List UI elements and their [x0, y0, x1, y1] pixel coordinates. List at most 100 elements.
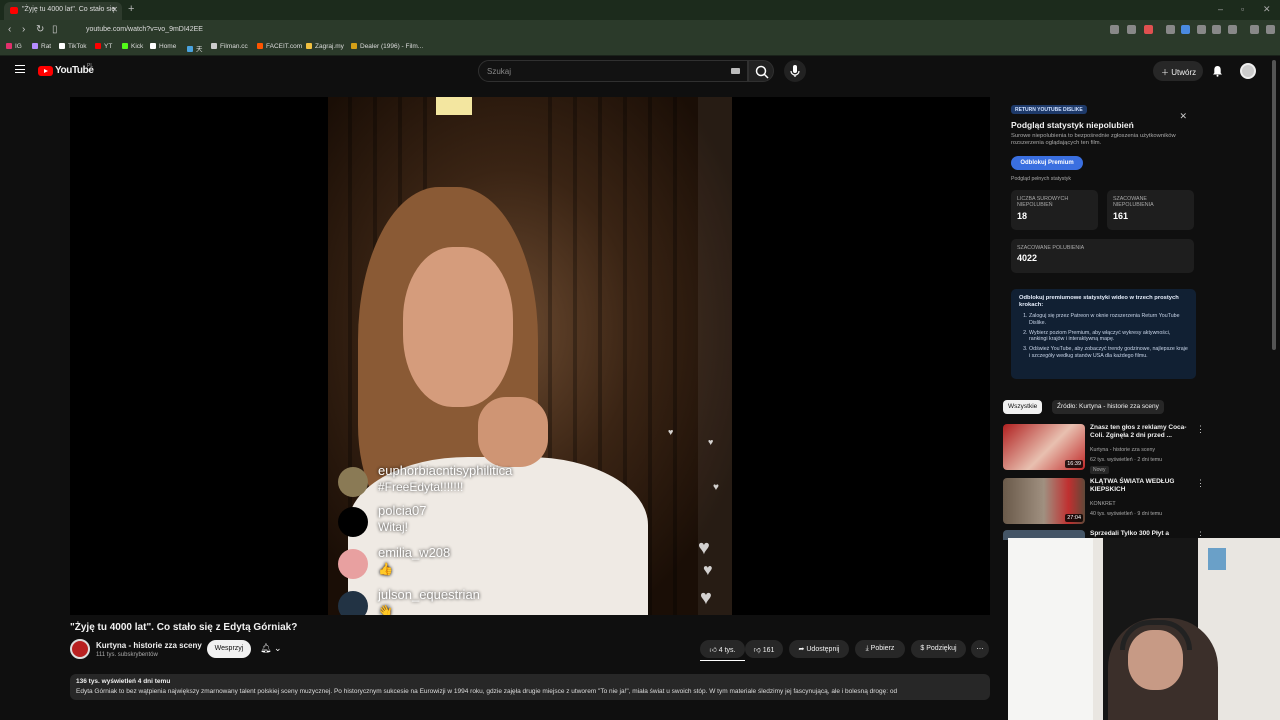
share-button[interactable]: ➦ Udostępnij: [789, 640, 849, 658]
notifications-bell-icon[interactable]: [1212, 65, 1223, 77]
url-field[interactable]: youtube.com/watch?v=vo_9mDI42EE: [70, 23, 1030, 37]
heart-icon: ♥: [713, 482, 719, 493]
share-icon[interactable]: [1228, 25, 1237, 34]
recommended-video[interactable]: 27:04 KLĄTWA ŚWIATA WEDŁUG KIEPSKICH KON…: [1003, 478, 1205, 528]
account-avatar[interactable]: [1240, 63, 1256, 79]
download-icon[interactable]: [1212, 25, 1221, 34]
thanks-button[interactable]: $ Podziękuj: [911, 640, 966, 658]
menu-hamburger-icon[interactable]: [15, 65, 25, 73]
video-title[interactable]: Znasz ten głos z reklamy Coca-Coli. Zgin…: [1090, 424, 1190, 440]
description-text: Edyta Górniak to bez wątpienia największ…: [76, 688, 898, 695]
more-vert-icon[interactable]: ⋮: [1196, 424, 1205, 435]
share-label: Udostępnij: [806, 646, 840, 653]
stat-raw-dislikes: LICZBA SUROWYCH NIEPOLUBIEŃ 18: [1011, 190, 1098, 230]
bookmark-item[interactable]: Rat: [32, 43, 51, 50]
video-title[interactable]: Sprzedali Tylko 300 Płyt a: [1090, 530, 1190, 538]
new-badge: Nowy: [1090, 466, 1109, 474]
bookmark-item[interactable]: 天: [187, 43, 203, 53]
chat-username: emilia_w208: [378, 545, 451, 560]
bookmark-item[interactable]: IG: [6, 43, 22, 50]
back-icon[interactable]: ‹: [8, 24, 11, 35]
info-step: Odśwież YouTube, aby zobaczyć trendy god…: [1029, 346, 1188, 359]
close-window-icon[interactable]: ✕: [1263, 4, 1271, 15]
bookmark-favicon-icon: [187, 46, 193, 52]
address-bar-row: ‹ › ↻ ▯ youtube.com/watch?v=vo_9mDI42EE: [0, 20, 1280, 40]
search-button[interactable]: [748, 60, 774, 82]
video-frame: euphorbiacntisyphilitica #FreeEdyta!!!!!!…: [328, 97, 732, 615]
dislike-button[interactable]: 👎︎ 161: [745, 640, 783, 658]
heart-icon: ♥: [698, 537, 710, 559]
bookmark-favicon-icon: [351, 43, 357, 49]
minimize-icon[interactable]: –: [1218, 4, 1223, 14]
channel-name[interactable]: Kurtyna - historie zza sceny: [96, 641, 202, 650]
support-button[interactable]: Wesprzyj: [207, 640, 251, 658]
bookmark-icon[interactable]: ▯: [52, 24, 58, 35]
bookmark-item[interactable]: Home: [150, 43, 176, 50]
video-duration: 16:39: [1065, 460, 1083, 468]
heart-icon: ♥: [668, 427, 674, 437]
chip-source[interactable]: Źródło: Kurtyna - historie zza sceny: [1052, 400, 1164, 414]
description-box[interactable]: 136 tys. wyświetleń 4 dni temu Edyta Gór…: [70, 674, 990, 700]
full-stats-link[interactable]: Podgląd pełnych statystyk: [1011, 176, 1071, 182]
bookmark-item[interactable]: Kick: [122, 43, 143, 50]
more-vert-icon[interactable]: ⋮: [1196, 478, 1205, 489]
stat-estimated-likes: SZACOWANE POLUBIENIA 4022: [1011, 239, 1194, 273]
stat-label: SZACOWANE NIEPOLUBIENIA: [1113, 196, 1154, 209]
bookmark-label: IG: [15, 43, 22, 50]
bookmark-favicon-icon: [59, 43, 65, 49]
unlock-premium-button[interactable]: Odblokuj Premium: [1011, 156, 1083, 170]
bookmark-label: Rat: [41, 43, 52, 50]
close-tab-icon[interactable]: ✕: [111, 5, 118, 14]
bookmark-item[interactable]: Filman.cc: [211, 43, 248, 50]
reload-icon[interactable]: ↻: [36, 24, 44, 35]
download-button[interactable]: ⤓ Pobierz: [855, 640, 905, 658]
extension-icon[interactable]: [1181, 25, 1190, 34]
create-button[interactable]: ＋ Utwórz: [1153, 61, 1203, 81]
panel-title: Podgląd statystyk niepolubień: [1011, 120, 1134, 130]
menu-icon[interactable]: [1266, 25, 1275, 34]
scrollbar[interactable]: [1272, 60, 1276, 350]
info-step: Zaloguj się przez Patreon w oknie rozsze…: [1029, 313, 1188, 326]
extensions-puzzle-icon[interactable]: [1197, 25, 1206, 34]
bookmark-item[interactable]: Zagraj.my: [306, 43, 344, 50]
video-title: "Żyję tu 4000 lat". Co stało się z Edytą…: [70, 622, 298, 633]
bookmark-label: 天: [196, 46, 203, 53]
forward-icon[interactable]: ›: [22, 24, 25, 35]
chip-all[interactable]: Wszystkie: [1003, 400, 1043, 414]
search-input[interactable]: Szukaj: [478, 60, 748, 82]
bookmark-label: Dealer (1996) - Film...: [360, 43, 424, 50]
keyboard-icon[interactable]: [731, 68, 740, 74]
extension-icon[interactable]: [1166, 25, 1175, 34]
youtube-logo-icon[interactable]: [38, 66, 53, 76]
bookmark-favicon-icon: [122, 43, 128, 49]
like-count: 4 tys.: [718, 647, 736, 654]
extension-icon[interactable]: [1110, 25, 1119, 34]
extension-icon[interactable]: [1144, 25, 1153, 34]
description-stats: 136 tys. wyświetleń 4 dni temu: [76, 678, 171, 685]
maximize-icon[interactable]: ▫: [1241, 4, 1244, 14]
premium-info-box: Odblokuj premiumowe statystyki wideo w t…: [1011, 289, 1196, 379]
bookmark-item[interactable]: FACEIT.com: [257, 43, 302, 50]
notification-settings-button[interactable]: 🔔︎ ⌄: [256, 640, 292, 658]
more-actions-button[interactable]: ⋯: [971, 640, 989, 658]
close-icon[interactable]: ✕: [1179, 111, 1187, 122]
video-player[interactable]: euphorbiacntisyphilitica #FreeEdyta!!!!!!…: [70, 97, 990, 615]
channel-avatar[interactable]: [70, 639, 90, 659]
bookmark-item[interactable]: Dealer (1996) - Film...: [351, 43, 423, 50]
new-tab-icon[interactable]: +: [128, 3, 134, 15]
recommended-video[interactable]: 16:39 Znasz ten głos z reklamy Coca-Coli…: [1003, 424, 1205, 474]
info-step: Wybierz poziom Premium, aby włączyć wykr…: [1029, 330, 1188, 343]
bookmark-favicon-icon: [306, 43, 312, 49]
channel-name[interactable]: KONKRET: [1090, 501, 1116, 507]
media-icon[interactable]: [1250, 25, 1259, 34]
voice-search-button[interactable]: [784, 60, 806, 82]
video-thumbnail[interactable]: 16:39: [1003, 424, 1085, 470]
extension-icon[interactable]: [1127, 25, 1136, 34]
browser-tab[interactable]: "Żyję tu 4000 lat". Co stało się ✕: [4, 2, 122, 20]
video-title[interactable]: KLĄTWA ŚWIATA WEDŁUG KIEPSKICH: [1090, 478, 1190, 494]
bookmark-item[interactable]: YT: [95, 43, 112, 50]
bookmark-item[interactable]: TikTok: [59, 43, 87, 50]
like-button[interactable]: 👍︎ 4 tys.: [700, 640, 745, 658]
channel-name[interactable]: Kurtyna - historie zza sceny: [1090, 447, 1155, 453]
video-thumbnail[interactable]: 27:04: [1003, 478, 1085, 524]
